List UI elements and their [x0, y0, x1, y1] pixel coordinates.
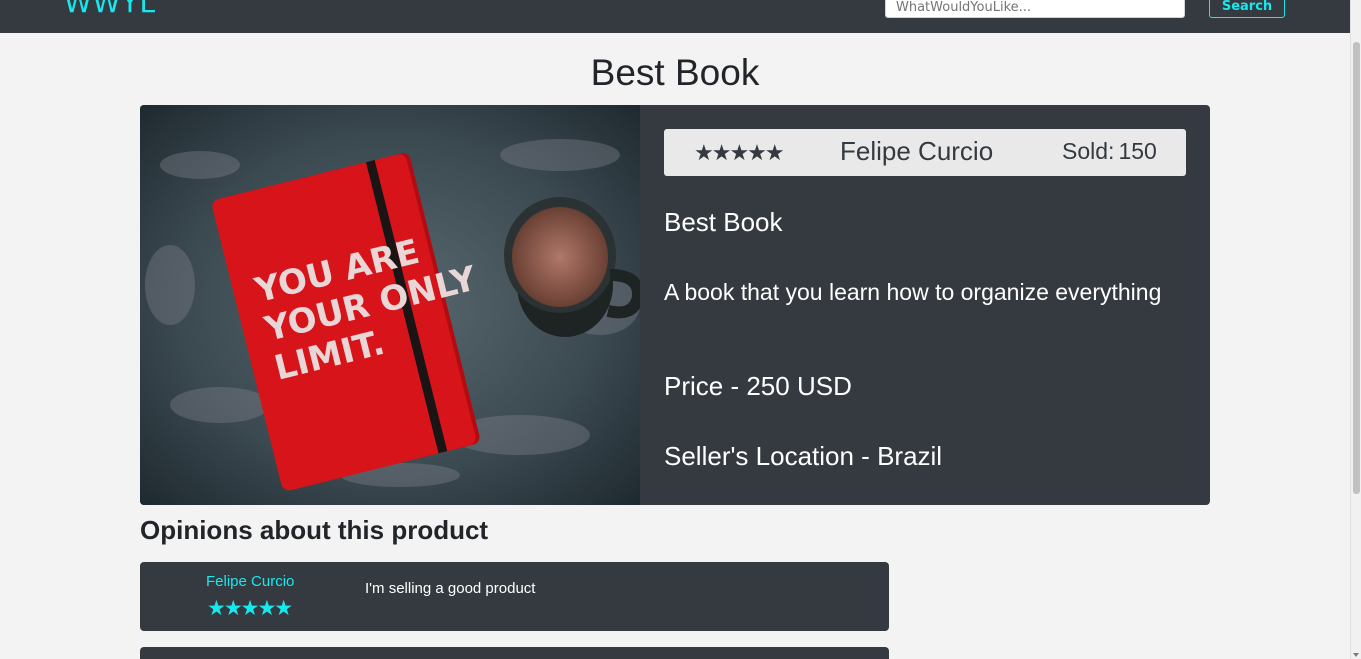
- top-navbar: WWYL Search: [0, 0, 1350, 33]
- rating-stars-icon: ★★★★★: [694, 141, 785, 166]
- brand-logo[interactable]: WWYL: [64, 0, 156, 19]
- product-name: Best Book: [664, 207, 783, 237]
- search-input[interactable]: [885, 0, 1185, 18]
- review-card: Felipe Curcio ★★★★★ I'm selling a good p…: [140, 562, 889, 631]
- page-scrollbar[interactable]: [1350, 0, 1361, 659]
- seller-info-bar: ★★★★★ Felipe Curcio Sold: 150: [664, 129, 1186, 176]
- scroll-down-arrow-icon[interactable]: [1353, 653, 1359, 657]
- scrollbar-thumb[interactable]: [1353, 42, 1360, 494]
- product-description: A book that you learn how to organize ev…: [664, 279, 1162, 305]
- review-text: I'm selling a good product: [365, 580, 536, 597]
- seller-location: Seller's Location - Brazil: [664, 441, 943, 471]
- seller-name[interactable]: Felipe Curcio: [840, 136, 993, 167]
- product-price: Price - 250 USD: [664, 371, 852, 401]
- search-button[interactable]: Search: [1209, 0, 1285, 18]
- review-author[interactable]: Felipe Curcio: [206, 573, 294, 590]
- page-title: Best Book: [590, 52, 760, 93]
- product-card: YOU ARE YOUR ONLY LIMIT. ★★★★★ Felipe Cu…: [140, 105, 1210, 505]
- review-card: [140, 647, 889, 659]
- review-stars-icon: ★★★★★: [207, 596, 293, 620]
- sold-value: 150: [1118, 138, 1157, 164]
- opinions-heading: Opinions about this product: [140, 515, 489, 545]
- sold-label: Sold:: [1062, 138, 1115, 164]
- sold-count: Sold: 150: [1058, 138, 1157, 165]
- product-image: YOU ARE YOUR ONLY LIMIT.: [140, 105, 640, 505]
